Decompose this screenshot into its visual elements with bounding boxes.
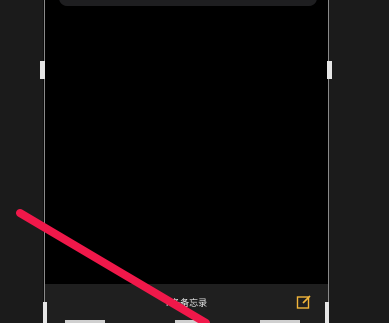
crop-handle-right[interactable] bbox=[327, 61, 332, 79]
left-background-panel bbox=[0, 0, 43, 323]
crop-handle-left[interactable] bbox=[40, 61, 45, 79]
notes-screen: i 条备忘录 bbox=[44, 0, 329, 323]
crop-handle-bottom-right[interactable] bbox=[325, 302, 329, 323]
compose-icon bbox=[296, 295, 311, 309]
bottom-toolbar: i 条备忘录 bbox=[45, 284, 328, 323]
search-bar[interactable] bbox=[59, 0, 317, 6]
compose-button[interactable] bbox=[296, 294, 312, 310]
crop-handle-bottom-left[interactable] bbox=[43, 302, 47, 323]
notes-count-label: i 条备忘录 bbox=[165, 299, 208, 309]
right-background-panel bbox=[329, 0, 389, 323]
